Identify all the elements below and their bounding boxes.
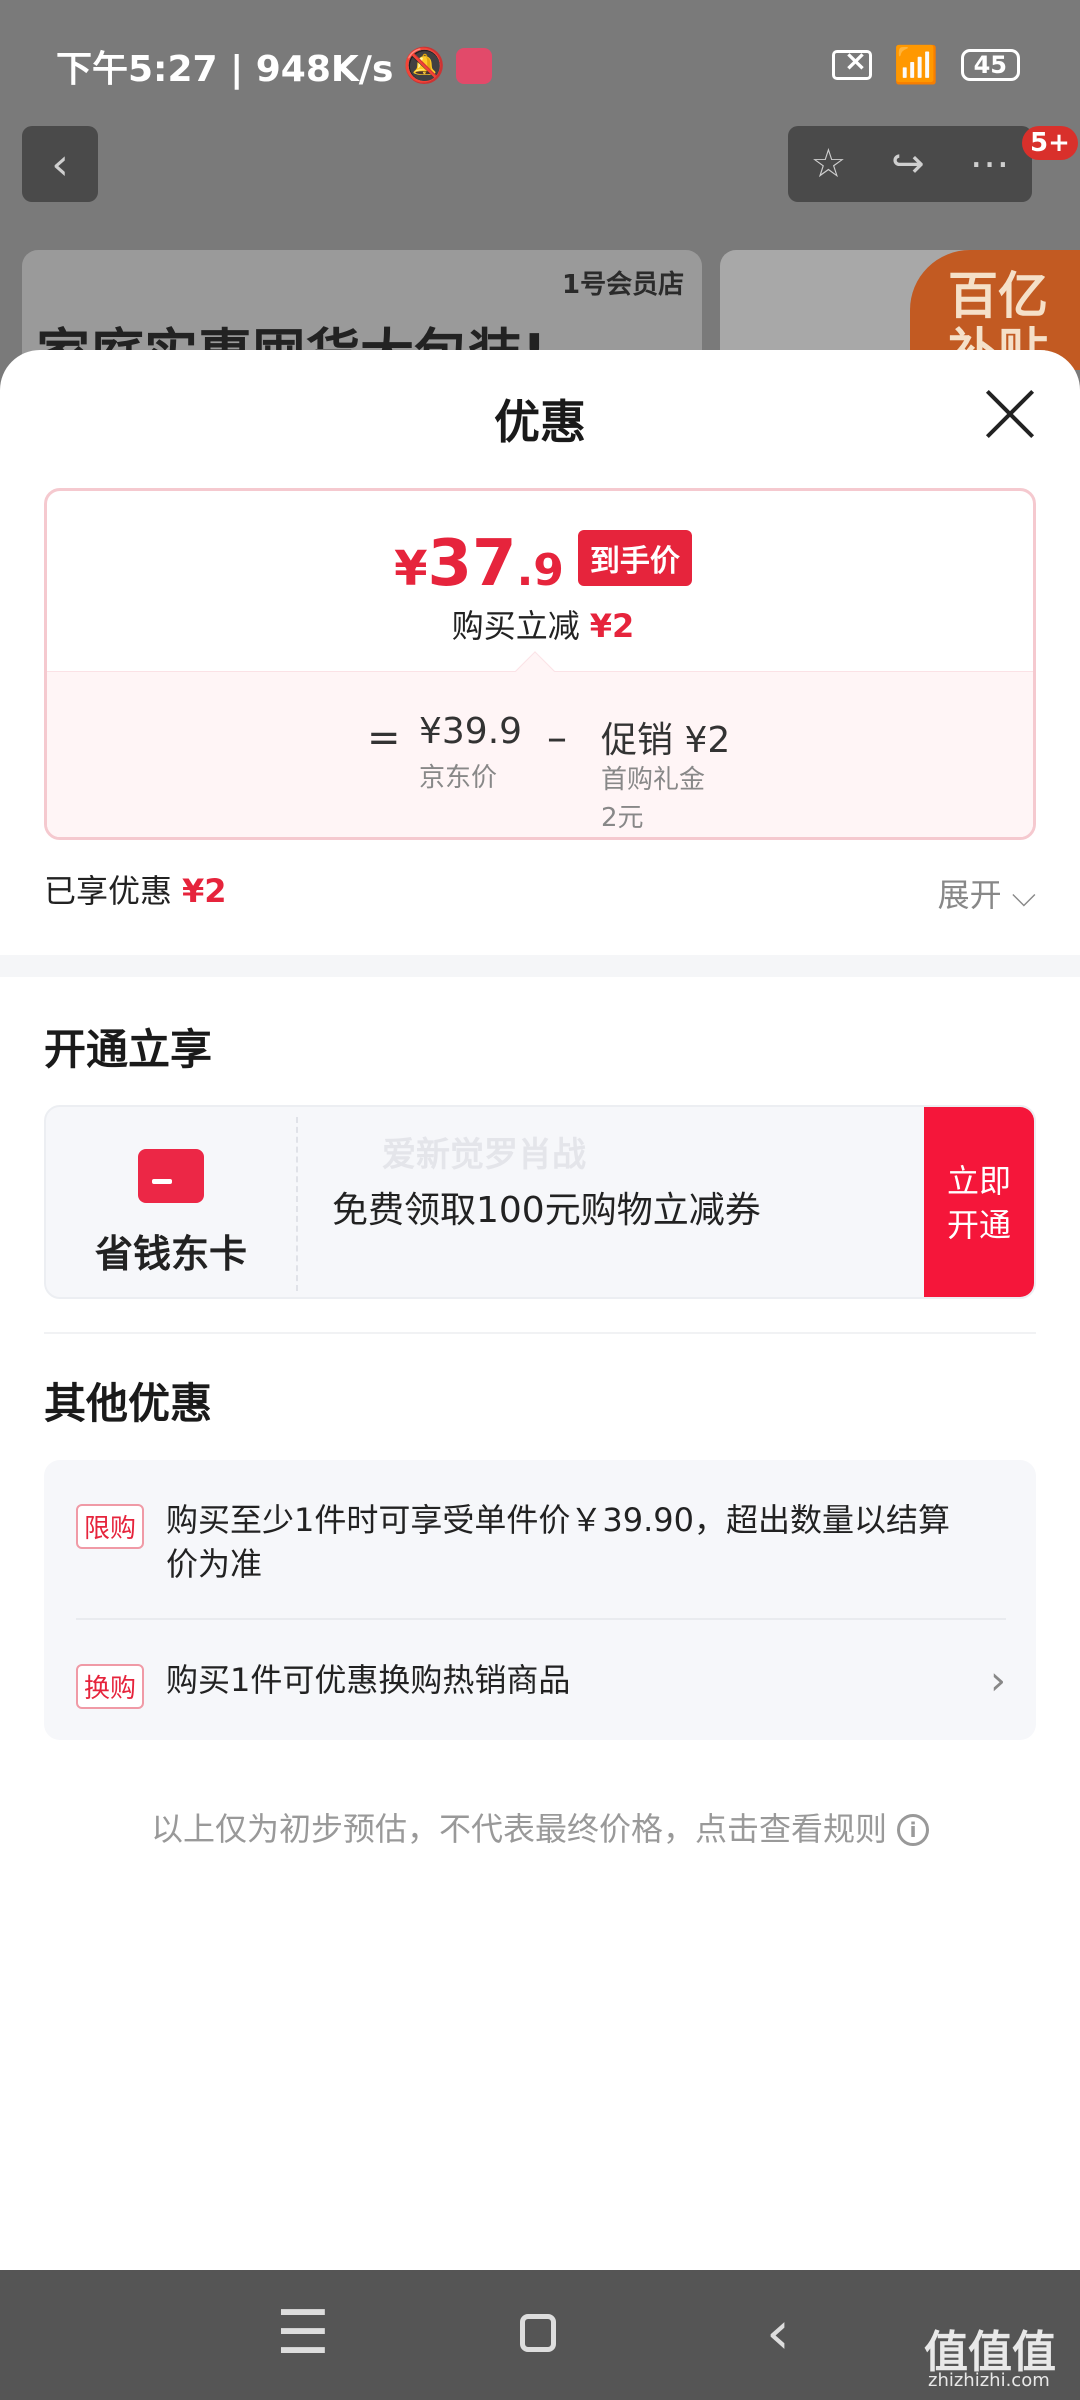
- other-offers-box: 限购 购买至少1件时可享受单件价￥39.90，超出数量以结算价为准 换购 购买1…: [44, 1460, 1036, 1740]
- battery-indicator: 45: [960, 49, 1020, 81]
- card-name: 省钱东卡: [94, 1232, 247, 1276]
- expand-button[interactable]: 展开 ⌵: [938, 870, 1036, 916]
- discount-sheet: 优惠 ¥37.9 到手价 购买立减 ¥2 = ¥39.9 京东价 – 促销 ¥2 首…: [0, 350, 1080, 2270]
- wifi-icon: 📶: [893, 45, 939, 86]
- price-integer: 37: [427, 527, 517, 601]
- close-icon[interactable]: [982, 386, 1038, 442]
- offer-chip: 换购: [76, 1664, 145, 1709]
- menu-icon[interactable]: ☰: [276, 2298, 330, 2368]
- offer-text: 购买至少1件时可享受单件价￥39.90，超出数量以结算价为准: [166, 1501, 950, 1583]
- section-divider: [0, 955, 1080, 977]
- reduction-label: 购买立减: [451, 607, 580, 645]
- instant-reduction: 购买立减 ¥2: [47, 601, 1033, 647]
- promo-detail: 首购礼金: [601, 765, 706, 795]
- offer-text: 购买1件可优惠换购热销商品: [166, 1661, 571, 1699]
- final-price-tag: 到手价: [577, 530, 692, 586]
- price-decimal: .9: [516, 545, 564, 596]
- promo-amount: 促销 ¥2: [601, 720, 731, 761]
- jd-price: ¥39.9: [419, 711, 523, 752]
- card-brand: 省钱东卡: [46, 1107, 296, 1297]
- chevron-right-icon: ›: [990, 1658, 1006, 1704]
- open-section-title: 开通立享: [44, 1025, 213, 1074]
- thin-divider: [44, 1332, 1036, 1334]
- enjoyed-discount: 已享优惠 ¥2: [44, 866, 227, 912]
- message-badge: 5+: [1022, 126, 1078, 160]
- enjoyed-label: 已享优惠: [44, 872, 173, 910]
- info-icon: i: [897, 1814, 929, 1846]
- promo-detail-amount: 2元: [601, 803, 644, 833]
- top-actions: ☆ ↪ ⋯: [788, 126, 1032, 202]
- star-icon[interactable]: ☆: [810, 141, 846, 187]
- back-button[interactable]: ‹: [22, 126, 98, 202]
- site-watermark-url: zhizhizhi.com: [928, 2370, 1050, 2391]
- minus-sign: –: [547, 715, 567, 761]
- reduction-value: ¥2: [589, 607, 635, 645]
- card-description: 免费领取100元购物立减券: [332, 1190, 761, 1231]
- card-separator: [296, 1117, 298, 1291]
- banner-logo: 1号会员店: [562, 270, 685, 300]
- chevron-left-icon: ‹: [51, 138, 69, 190]
- equals-sign: =: [367, 715, 401, 761]
- status-bar: 下午5:27 | 948K/s 🔕 📶 45: [0, 0, 1080, 120]
- system-nav-bar: ☰ ‹: [0, 2270, 1080, 2400]
- price-card: ¥37.9 到手价 购买立减 ¥2 = ¥39.9 京东价 – 促销 ¥2 首购礼金…: [44, 488, 1036, 840]
- status-time: 下午5:27 | 948K/s: [56, 49, 394, 90]
- activate-button[interactable]: 立即 开通: [924, 1107, 1034, 1297]
- back-icon[interactable]: ‹: [766, 2298, 790, 2368]
- price-breakdown: = ¥39.9 京东价 – 促销 ¥2 首购礼金 2元: [47, 701, 1033, 837]
- app-notification-icon: [455, 48, 492, 84]
- enjoyed-value: ¥2: [182, 872, 227, 910]
- card-icon: [138, 1149, 204, 1203]
- card-watermark: 爱新觉罗肖战: [382, 1135, 586, 1175]
- row-divider: [76, 1618, 1006, 1620]
- jd-price-label: 京东价: [419, 763, 498, 793]
- rules-note[interactable]: 以上仅为初步预估，不代表最终价格，点击查看规则 i: [0, 1804, 1080, 1850]
- final-price: ¥37.9 到手价: [47, 527, 1033, 601]
- note-text: 以上仅为初步预估，不代表最终价格，点击查看规则: [150, 1810, 887, 1848]
- other-section-title: 其他优惠: [44, 1379, 213, 1428]
- savings-card-offer[interactable]: 省钱东卡 爱新觉罗肖战 免费领取100元购物立减券 立即 开通: [44, 1105, 1036, 1299]
- offer-chip: 限购: [76, 1504, 145, 1549]
- home-icon[interactable]: [520, 2314, 556, 2352]
- sim-off-icon: [831, 44, 872, 80]
- sheet-title: 优惠: [494, 395, 586, 449]
- price-yen: ¥: [394, 541, 428, 597]
- share-icon[interactable]: ↪: [891, 141, 925, 187]
- more-icon[interactable]: ⋯: [970, 141, 1010, 187]
- bell-muted-icon: 🔕: [403, 46, 446, 86]
